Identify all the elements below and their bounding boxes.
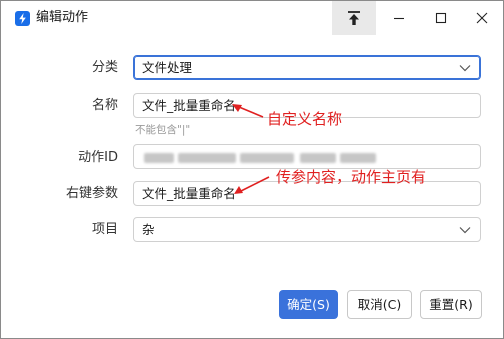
- name-annotation: 自定义名称: [267, 110, 343, 128]
- annotation-arrows: [232, 104, 270, 194]
- cancel-button[interactable]: 取消(C): [347, 290, 412, 319]
- edit-action-dialog: 编辑动作 分类 文件处理 名称 文件_批量重命名 不能包含"|" 动作ID 右键…: [0, 0, 504, 339]
- param-annotation: 传参内容，动作主页有: [276, 168, 427, 186]
- reset-button[interactable]: 重置(R): [420, 290, 482, 319]
- param-annotation-arrow: [234, 176, 270, 194]
- confirm-button[interactable]: 确定(S): [279, 290, 338, 319]
- name-annotation-arrow: [232, 104, 264, 118]
